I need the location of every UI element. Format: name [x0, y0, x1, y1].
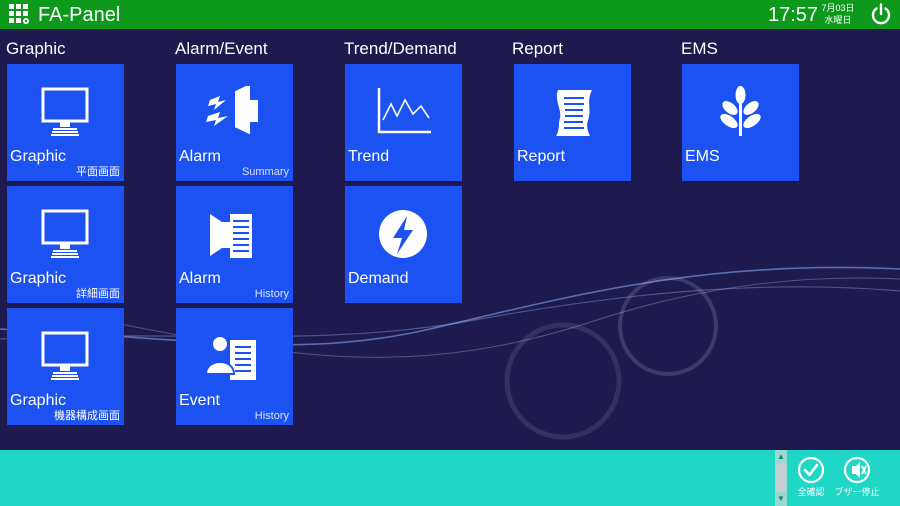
- monitor-icon: [41, 87, 89, 136]
- leaf-icon: [720, 86, 761, 136]
- tile-label: Graphic: [10, 392, 67, 409]
- monitor-icon: [41, 209, 89, 258]
- app-grid-icon[interactable]: [9, 4, 30, 25]
- tile-label: Trend: [348, 148, 390, 165]
- column-heading-alarm-event: Alarm/Event: [175, 39, 268, 58]
- lightning-icon: [379, 210, 427, 258]
- column-heading-ems: EMS: [681, 39, 718, 58]
- tile-graphic-plan[interactable]: Graphic 平面画面: [7, 64, 124, 181]
- tile-label: Report: [517, 148, 566, 165]
- check-circle-icon: [797, 456, 825, 484]
- column-heading-trend-demand: Trend/Demand: [344, 39, 457, 58]
- tile-alarm-history[interactable]: Alarm History: [176, 186, 293, 303]
- clock-time: 17:57: [768, 4, 819, 26]
- tile-sublabel: Summary: [241, 166, 289, 178]
- tile-alarm-summary[interactable]: Alarm Summary: [176, 64, 293, 181]
- tile-graphic-detail[interactable]: Graphic 詳細画面: [7, 186, 124, 303]
- alarm-history-icon: [210, 214, 252, 258]
- tile-ems[interactable]: EMS: [682, 64, 799, 181]
- tile-label: Alarm: [179, 270, 221, 287]
- alarm-speaker-icon: [206, 86, 258, 135]
- scroll-report-icon: [556, 90, 592, 136]
- tile-demand[interactable]: Demand: [345, 186, 462, 303]
- tile-trend[interactable]: Trend: [345, 64, 462, 181]
- tile-label: Alarm: [179, 148, 221, 165]
- tile-graphic-equipment[interactable]: Graphic 機器構成画面: [7, 308, 124, 425]
- buzzer-stop-label: ブザー停止: [834, 487, 880, 497]
- confirm-all-label: 全確認: [797, 487, 825, 497]
- tile-sublabel: History: [254, 288, 289, 300]
- scroll-up-icon[interactable]: ▲: [776, 452, 786, 462]
- column-heading-graphic: Graphic: [6, 39, 66, 58]
- power-icon[interactable]: [869, 2, 893, 26]
- tile-label: Event: [179, 392, 220, 409]
- title-bar: FA-Panel 17:57 7月03日 水曜日: [0, 0, 900, 29]
- main-panel: Graphic Alarm/Event Trend/Demand Report …: [0, 29, 900, 450]
- date-text: 7月03日: [821, 3, 855, 13]
- tile-report[interactable]: Report: [514, 64, 631, 181]
- buzzer-mute-icon: [843, 456, 871, 484]
- tile-label: EMS: [685, 148, 720, 165]
- app-title: FA-Panel: [38, 4, 121, 26]
- tile-sublabel: 詳細画面: [76, 288, 120, 300]
- date-display: 7月03日 水曜日: [820, 2, 856, 26]
- buzzer-stop-button[interactable]: ブザー停止: [832, 453, 882, 503]
- scroll-down-icon[interactable]: ▼: [776, 494, 786, 504]
- column-heading-report: Report: [512, 39, 564, 58]
- tile-sublabel: History: [254, 410, 289, 422]
- trend-chart-icon: [377, 88, 431, 134]
- event-person-icon: [204, 335, 256, 380]
- tile-label: Graphic: [10, 270, 67, 287]
- weekday-text: 水曜日: [824, 15, 852, 25]
- tile-label: Demand: [348, 270, 409, 287]
- tile-sublabel: 平面画面: [76, 166, 120, 178]
- scrollbar-thumb[interactable]: [776, 464, 786, 492]
- footer-bar: ▲ ▼ 全確認 ブザー停止: [0, 450, 900, 506]
- tile-label: Graphic: [10, 148, 67, 165]
- tile-event-history[interactable]: Event History: [176, 308, 293, 425]
- confirm-all-button[interactable]: 全確認: [786, 453, 836, 503]
- monitor-icon: [41, 331, 89, 380]
- tile-sublabel: 機器構成画面: [54, 410, 120, 422]
